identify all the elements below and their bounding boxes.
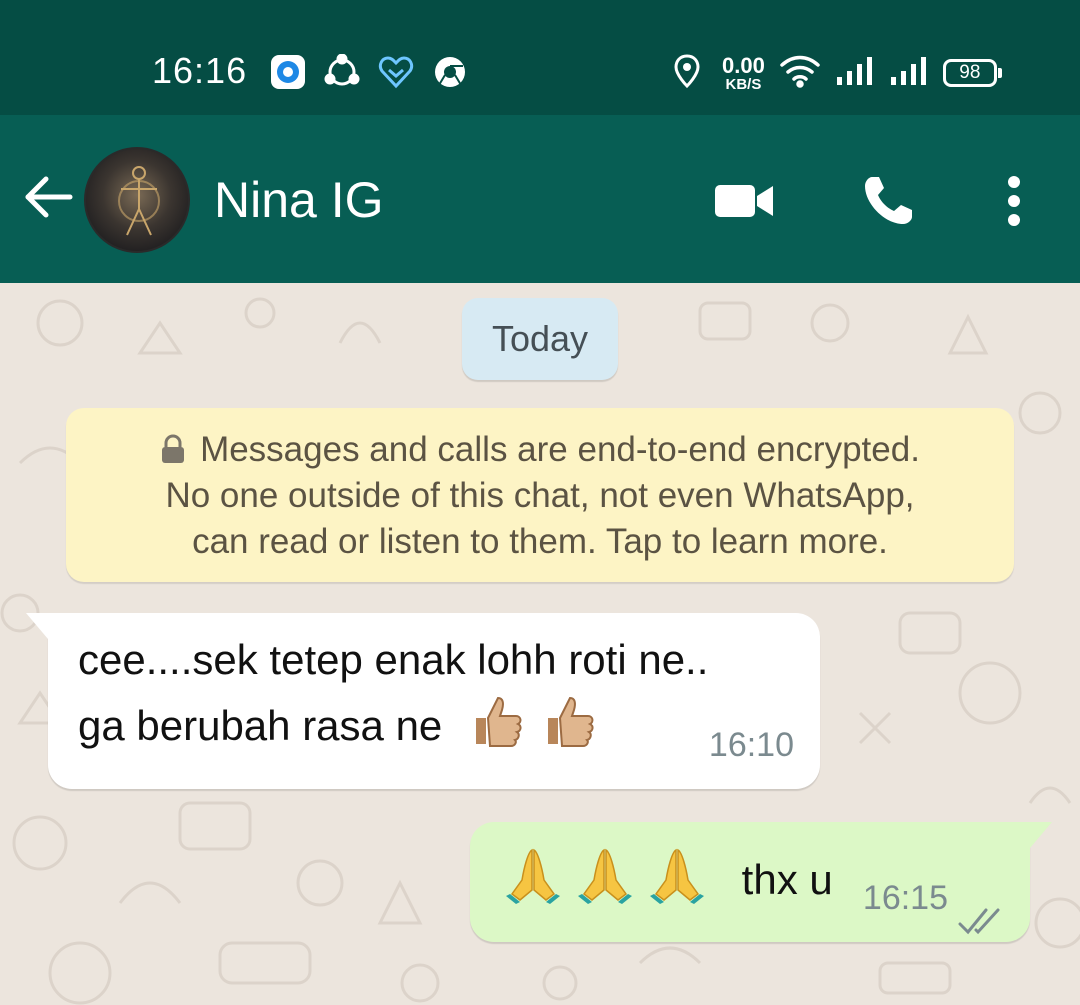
encryption-notice-line-1: Messages and calls are end-to-end encryp… <box>66 427 1014 473</box>
network-speed-value: 0.00 <box>722 52 765 78</box>
share-app-icon <box>324 53 360 90</box>
encryption-notice-line-2: No one outside of this chat, not even Wh… <box>165 476 915 515</box>
heart-app-icon <box>378 54 414 90</box>
status-bar: 16:16 0.00 KB/S 98 <box>0 0 1080 115</box>
notification-app-icon <box>270 54 306 90</box>
network-speed-unit: KB/S <box>725 75 762 93</box>
lock-icon <box>160 430 186 463</box>
folded-hands-emoji <box>576 846 634 904</box>
encryption-notice[interactable]: Messages and calls are end-to-end encryp… <box>66 408 1014 582</box>
arrow-left-icon[interactable] <box>22 171 74 223</box>
avatar[interactable] <box>84 147 190 253</box>
thumbs-up-emoji <box>540 692 598 750</box>
signal-sim1-icon <box>835 55 875 92</box>
battery-icon: 98 <box>942 59 1002 87</box>
folded-hands-emoji <box>648 846 706 904</box>
video-call-icon[interactable] <box>712 169 776 233</box>
incoming-message-bubble[interactable]: cee....sek tetep enak lohh roti ne.. ga … <box>26 613 820 789</box>
signal-sim2-icon <box>889 55 929 92</box>
encryption-text-line-1: Messages and calls are end-to-end encryp… <box>200 430 920 469</box>
folded-hands-emoji <box>504 846 562 904</box>
system-status: 0.00 KB/S 98 <box>672 50 1002 96</box>
thumbs-up-emoji <box>468 692 526 750</box>
notification-icons <box>270 53 468 90</box>
encryption-notice-line-3: can read or listen to them. Tap to learn… <box>192 522 888 561</box>
location-icon <box>672 53 702 94</box>
network-speed: 0.00 KB/S <box>722 52 765 93</box>
status-time: 16:16 <box>152 50 248 91</box>
more-vertical-icon[interactable] <box>982 169 1046 233</box>
outgoing-message-bubble[interactable]: thx u 16:15 <box>470 822 1052 942</box>
contact-name[interactable]: Nina IG <box>214 171 384 229</box>
wifi-icon <box>779 54 821 93</box>
chrome-icon <box>432 54 468 90</box>
message-text-line-1: cee....sek tetep enak lohh roti ne.. <box>78 636 709 683</box>
message-time: 16:15 <box>862 879 948 917</box>
message-text: thx u <box>741 856 833 903</box>
message-time: 16:10 <box>708 726 794 764</box>
chat-area[interactable]: Today Messages and calls are end-to-end … <box>0 283 1080 1005</box>
date-separator: Today <box>462 298 618 380</box>
double-check-icon <box>958 892 1006 935</box>
chat-header: Nina IG <box>0 115 1080 283</box>
message-text: ga berubah rasa ne <box>78 702 443 749</box>
voice-call-icon[interactable] <box>856 169 920 233</box>
